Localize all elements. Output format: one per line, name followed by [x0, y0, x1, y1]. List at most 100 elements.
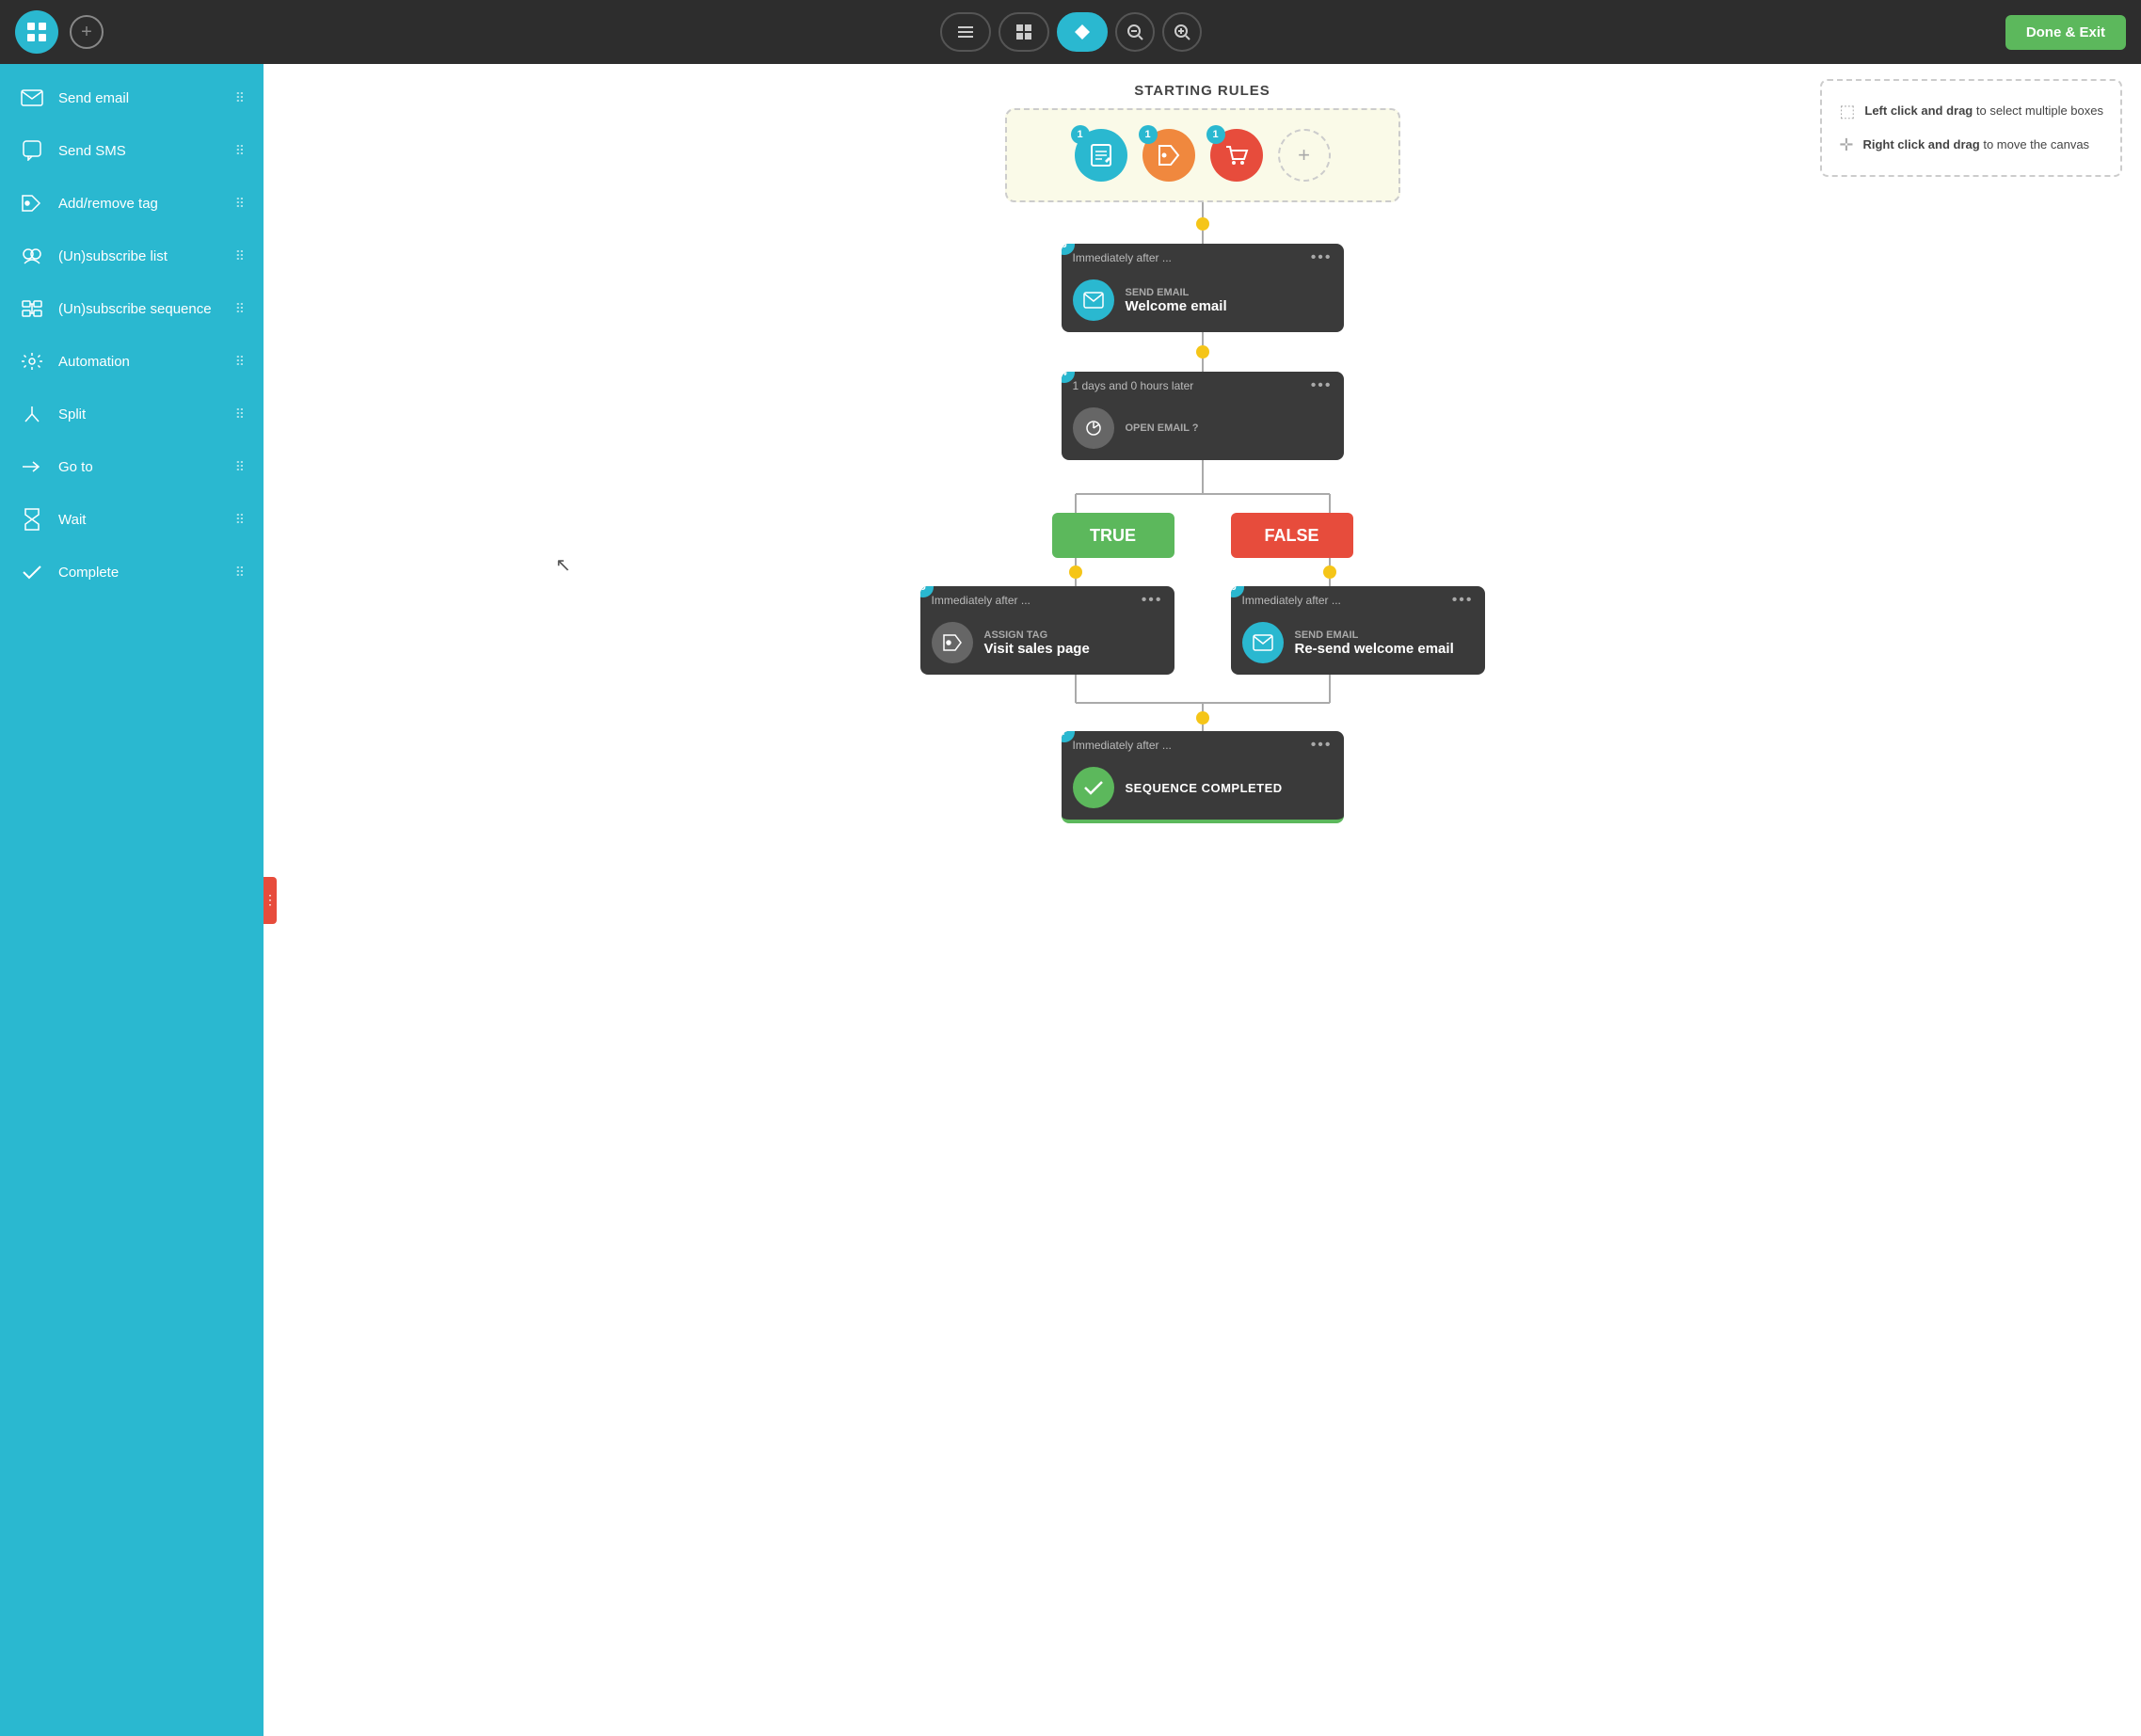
- drag-handle[interactable]: ⠿: [235, 301, 245, 317]
- node-7-type: SEQUENCE COMPLETED: [1126, 781, 1283, 795]
- branch-down-lines: [1015, 558, 1391, 586]
- node-4-type: OPEN EMAIL ?: [1126, 422, 1199, 434]
- sidebar-item-automation[interactable]: Automation ⠿: [0, 335, 264, 388]
- node-3-menu[interactable]: •••: [1311, 249, 1333, 266]
- add-remove-tag-icon: [19, 190, 45, 216]
- drag-handle[interactable]: ⠿: [235, 248, 245, 264]
- sidebar-item-send-sms[interactable]: Send SMS ⠿: [0, 124, 264, 177]
- zoom-in-btn[interactable]: [1162, 12, 1202, 52]
- send-sms-icon: [19, 137, 45, 164]
- connector-v1: [1202, 202, 1204, 217]
- two-col-nodes: 5 Immediately after ... •••: [902, 586, 1504, 675]
- flow-node-6[interactable]: 6 Immediately after ... •••: [1231, 586, 1485, 675]
- send-sms-label: Send SMS: [58, 143, 222, 159]
- flow-node-4[interactable]: 4 1 days and 0 hours later •••: [1062, 372, 1344, 460]
- send-email-icon: [19, 85, 45, 111]
- cursor-hint: ↖: [555, 553, 571, 577]
- node-4-menu[interactable]: •••: [1311, 377, 1333, 394]
- branch-svg: [1015, 475, 1391, 513]
- grid-view-btn[interactable]: [999, 12, 1049, 52]
- true-branch-box[interactable]: TRUE: [1052, 513, 1174, 558]
- node-5-menu[interactable]: •••: [1142, 592, 1163, 609]
- connector-v2: [1202, 231, 1204, 244]
- drag-handle[interactable]: ⠿: [235, 512, 245, 528]
- unsubscribe-list-label: (Un)subscribe list: [58, 248, 222, 264]
- add-button[interactable]: +: [70, 15, 104, 49]
- list-view-btn[interactable]: [940, 12, 991, 52]
- done-exit-button[interactable]: Done & Exit: [2005, 15, 2126, 50]
- automation-icon: [19, 348, 45, 374]
- rule-badge-2: 1: [1139, 125, 1158, 144]
- complete-icon: [19, 559, 45, 585]
- node-7-wrapper: 7 Immediately after ... ••• SEQUENCE COM…: [1062, 731, 1344, 823]
- branch-down-svg: [1015, 558, 1391, 586]
- node-7-body: SEQUENCE COMPLETED: [1062, 759, 1344, 820]
- false-branch-box[interactable]: FALSE: [1231, 513, 1353, 558]
- node-5-col: 5 Immediately after ... •••: [920, 586, 1174, 675]
- node-3-icon: [1073, 279, 1114, 321]
- sidebar-item-complete[interactable]: Complete ⠿: [0, 546, 264, 598]
- node-6-name: Re-send welcome email: [1295, 641, 1454, 657]
- rule-icon-cart[interactable]: 1: [1210, 129, 1263, 182]
- node-6-wrapper: 6 Immediately after ... •••: [1231, 586, 1485, 675]
- flow-node-3[interactable]: 3 Immediately after ... •••: [1062, 244, 1344, 332]
- node-7-header: Immediately after ... •••: [1062, 731, 1344, 759]
- starting-rules-box: 1 1: [1005, 108, 1400, 202]
- node-4-icon: [1073, 407, 1114, 449]
- hint-text-1: Left click and drag to select multiple b…: [1864, 99, 2103, 123]
- starting-rules-label: STARTING RULES: [779, 83, 1626, 99]
- node-6-header: Immediately after ... •••: [1231, 586, 1485, 614]
- main-layout: Send email ⠿ Send SMS ⠿ Add/remove tag ⠿: [0, 64, 2141, 1736]
- node-3-header: Immediately after ... •••: [1062, 244, 1344, 272]
- drag-handle[interactable]: ⠿: [235, 196, 245, 212]
- wait-label: Wait: [58, 512, 222, 528]
- app-logo: [15, 10, 58, 54]
- flow-view-btn[interactable]: [1057, 12, 1108, 52]
- drag-handle[interactable]: ⠿: [235, 406, 245, 422]
- sidebar-collapse-tab[interactable]: ⋮: [264, 877, 277, 924]
- hint-text-2: Right click and drag to move the canvas: [1862, 133, 2089, 157]
- node-6-timing: Immediately after ...: [1242, 594, 1341, 607]
- drag-handle[interactable]: ⠿: [235, 143, 245, 159]
- flow-container: STARTING RULES 1 1: [779, 83, 1626, 880]
- canvas[interactable]: ⬚ Left click and drag to select multiple…: [264, 64, 2141, 1736]
- converge-lines: [1015, 675, 1391, 731]
- connector-v5: [1202, 460, 1204, 475]
- drag-handle[interactable]: ⠿: [235, 565, 245, 581]
- branch-container: TRUE FALSE: [1015, 513, 1391, 558]
- node-5-name: Visit sales page: [984, 641, 1090, 657]
- node-6-body: SEND EMAIL Re-send welcome email: [1231, 614, 1485, 675]
- flow-node-5[interactable]: 5 Immediately after ... •••: [920, 586, 1174, 675]
- drag-handle[interactable]: ⠿: [235, 90, 245, 106]
- drag-handle[interactable]: ⠿: [235, 354, 245, 370]
- converge-svg: [1015, 675, 1391, 731]
- unsubscribe-sequence-label: (Un)subscribe sequence: [58, 301, 222, 317]
- node-7-menu[interactable]: •••: [1311, 737, 1333, 754]
- connector-dot-1: [1196, 217, 1209, 231]
- wait-icon: [19, 506, 45, 533]
- node-6-icon: [1242, 622, 1284, 663]
- sidebar-item-go-to[interactable]: Go to ⠿: [0, 440, 264, 493]
- sidebar-item-unsubscribe-list[interactable]: (Un)subscribe list ⠿: [0, 230, 264, 282]
- sidebar-item-add-remove-tag[interactable]: Add/remove tag ⠿: [0, 177, 264, 230]
- sidebar-item-unsubscribe-sequence[interactable]: (Un)subscribe sequence ⠿: [0, 282, 264, 335]
- rule-icon-tag[interactable]: 1: [1142, 129, 1195, 182]
- unsubscribe-sequence-icon: [19, 295, 45, 322]
- topbar-right: Done & Exit: [2005, 15, 2126, 50]
- node-4-header: 1 days and 0 hours later •••: [1062, 372, 1344, 400]
- drag-handle[interactable]: ⠿: [235, 459, 245, 475]
- rule-add-button[interactable]: +: [1278, 129, 1331, 182]
- node-6-menu[interactable]: •••: [1452, 592, 1474, 609]
- sidebar-item-send-email[interactable]: Send email ⠿: [0, 72, 264, 124]
- sidebar-item-split[interactable]: Split ⠿: [0, 388, 264, 440]
- rule-icon-form[interactable]: 1: [1075, 129, 1127, 182]
- connector-v3: [1202, 332, 1204, 345]
- automation-label: Automation: [58, 354, 222, 370]
- flow-node-7[interactable]: 7 Immediately after ... ••• SEQUENCE COM…: [1062, 731, 1344, 823]
- sidebar-item-wait[interactable]: Wait ⠿: [0, 493, 264, 546]
- zoom-out-btn[interactable]: [1115, 12, 1155, 52]
- node-5-body: ASSIGN TAG Visit sales page: [920, 614, 1174, 675]
- rule-badge-1: 1: [1071, 125, 1090, 144]
- node-6-type: SEND EMAIL: [1295, 629, 1454, 641]
- hint-row-2: ✛ Right click and drag to move the canva…: [1839, 128, 2103, 162]
